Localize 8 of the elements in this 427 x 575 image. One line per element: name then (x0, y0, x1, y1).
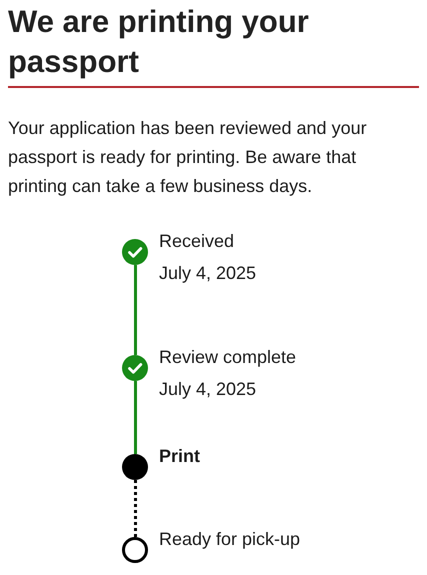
step-label: Review complete (159, 346, 296, 369)
step-label: Print (159, 445, 200, 468)
step-date: July 4, 2025 (159, 378, 258, 401)
step-date: July 4, 2025 (159, 262, 256, 285)
page-title: We are printing your passport (8, 3, 310, 81)
step-label: Received (159, 230, 236, 253)
status-description: Your application has been reviewed and your passport is ready for printing. Be aware that printing can take a few business days. (8, 117, 368, 198)
step-label: Ready for pick-up (159, 528, 300, 551)
